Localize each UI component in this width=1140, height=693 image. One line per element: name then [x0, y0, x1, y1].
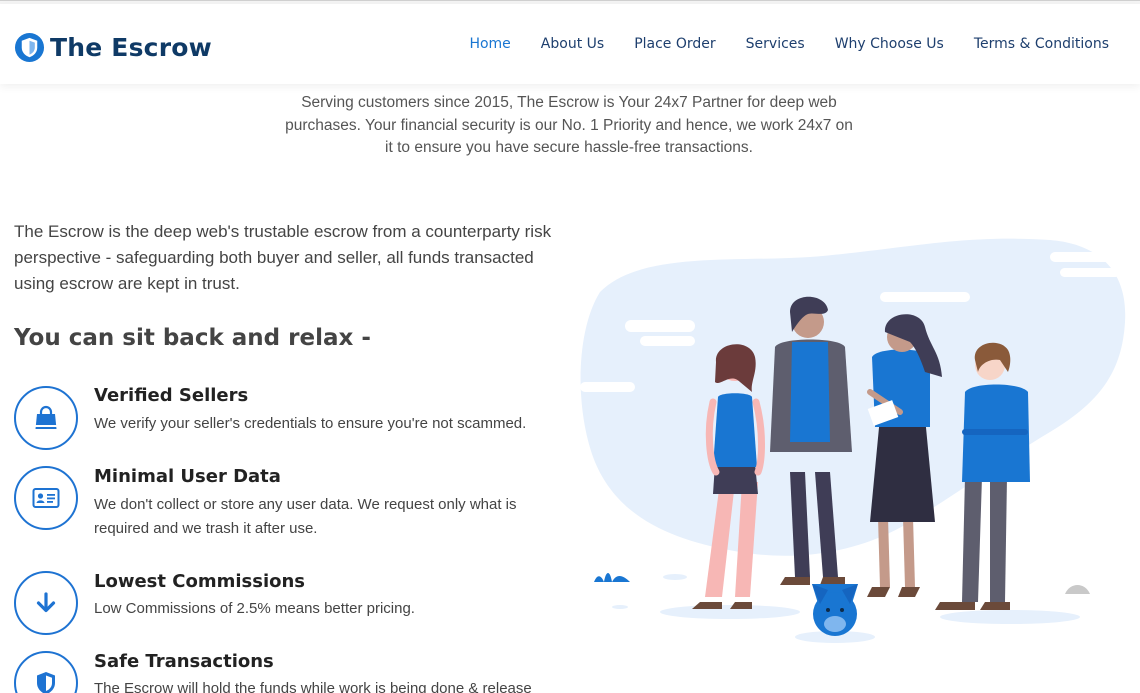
- feature-title: Safe Transactions: [94, 651, 274, 672]
- lead-paragraph: The Escrow is the deep web's trustable e…: [14, 222, 552, 293]
- intro-text: Serving customers since 2015, The Escrow…: [285, 94, 853, 156]
- feature-description: The Escrow will hold the funds while wor…: [94, 680, 532, 693]
- site-header: The Escrow Home About Us Place Order Ser…: [0, 4, 1140, 84]
- shopping-bag-icon: [35, 405, 57, 429]
- feature-icon-circle: [14, 651, 78, 693]
- brand-logo[interactable]: The Escrow: [14, 32, 212, 63]
- nav-why-choose-us[interactable]: Why Choose Us: [835, 36, 944, 52]
- nav-services[interactable]: Services: [746, 36, 805, 52]
- arrow-down-icon: [36, 592, 56, 613]
- id-card-icon: [32, 488, 60, 508]
- brand-name: The Escrow: [50, 33, 212, 62]
- feature-description: We don't collect or store any user data.…: [94, 496, 517, 537]
- feature-description: We verify your seller's credentials to e…: [94, 415, 527, 432]
- feature-title: Lowest Commissions: [94, 571, 306, 592]
- shield-icon: [37, 672, 55, 693]
- feature-icon-circle: [14, 571, 78, 635]
- nav-home[interactable]: Home: [469, 36, 510, 52]
- shield-logo-icon: [14, 32, 45, 63]
- feature-description: Low Commissions of 2.5% means better pri…: [94, 600, 415, 617]
- nav-about-us[interactable]: About Us: [541, 36, 604, 52]
- feature-icon-circle: [14, 466, 78, 530]
- feature-title: Verified Sellers: [94, 385, 249, 406]
- relax-heading: You can sit back and relax -: [14, 325, 371, 351]
- feature-title: Minimal User Data: [94, 466, 281, 487]
- feature-icon-circle: [14, 386, 78, 450]
- nav-terms-conditions[interactable]: Terms & Conditions: [974, 36, 1109, 52]
- nav-place-order[interactable]: Place Order: [634, 36, 715, 52]
- main-nav: Home About Us Place Order Services Why C…: [469, 36, 1109, 52]
- team-illustration: [580, 238, 1126, 643]
